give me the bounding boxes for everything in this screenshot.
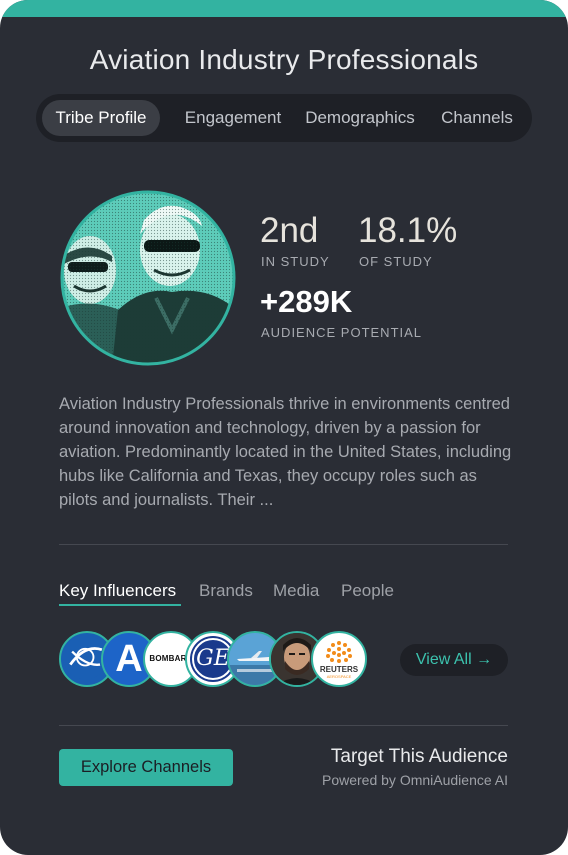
audience-card: Aviation Industry Professionals Tribe Pr… [0,0,568,855]
rank-value: 2nd [260,211,319,250]
explore-channels-button[interactable]: Explore Channels [59,749,233,786]
audience-potential-label: AUDIENCE POTENTIAL [261,325,423,340]
reuters-logo-icon[interactable]: REUTERS AEROSPACE [311,631,367,687]
active-tab-underline [59,604,181,606]
powered-by-label: Powered by OmniAudience AI [322,772,508,788]
target-audience-title[interactable]: Target This Audience [331,746,508,768]
tab-brands[interactable]: Brands [199,581,253,601]
tribe-description: Aviation Industry Professionals thrive i… [59,395,512,509]
tab-engagement[interactable]: Engagement [174,94,292,142]
audience-potential-value: +289K [260,284,353,319]
rank-label: IN STUDY [261,254,330,269]
tab-channels[interactable]: Channels [432,94,522,142]
page-title: Aviation Industry Professionals [89,44,479,75]
share-value: 18.1% [358,211,458,250]
tab-tribe-profile[interactable]: Tribe Profile [42,100,160,136]
view-all-button[interactable]: View All → [400,644,508,676]
card-accent-bar [0,0,568,17]
tab-demographics[interactable]: Demographics [298,94,422,142]
divider [59,725,508,726]
tab-bar: Tribe Profile Engagement Demographics Ch… [36,94,532,142]
share-label: OF STUDY [359,254,433,269]
tab-people[interactable]: People [341,581,394,601]
divider [59,544,508,545]
tab-key-influencers[interactable]: Key Influencers [59,581,176,601]
tribe-photo-icon [60,190,236,366]
tab-media[interactable]: Media [273,581,319,601]
